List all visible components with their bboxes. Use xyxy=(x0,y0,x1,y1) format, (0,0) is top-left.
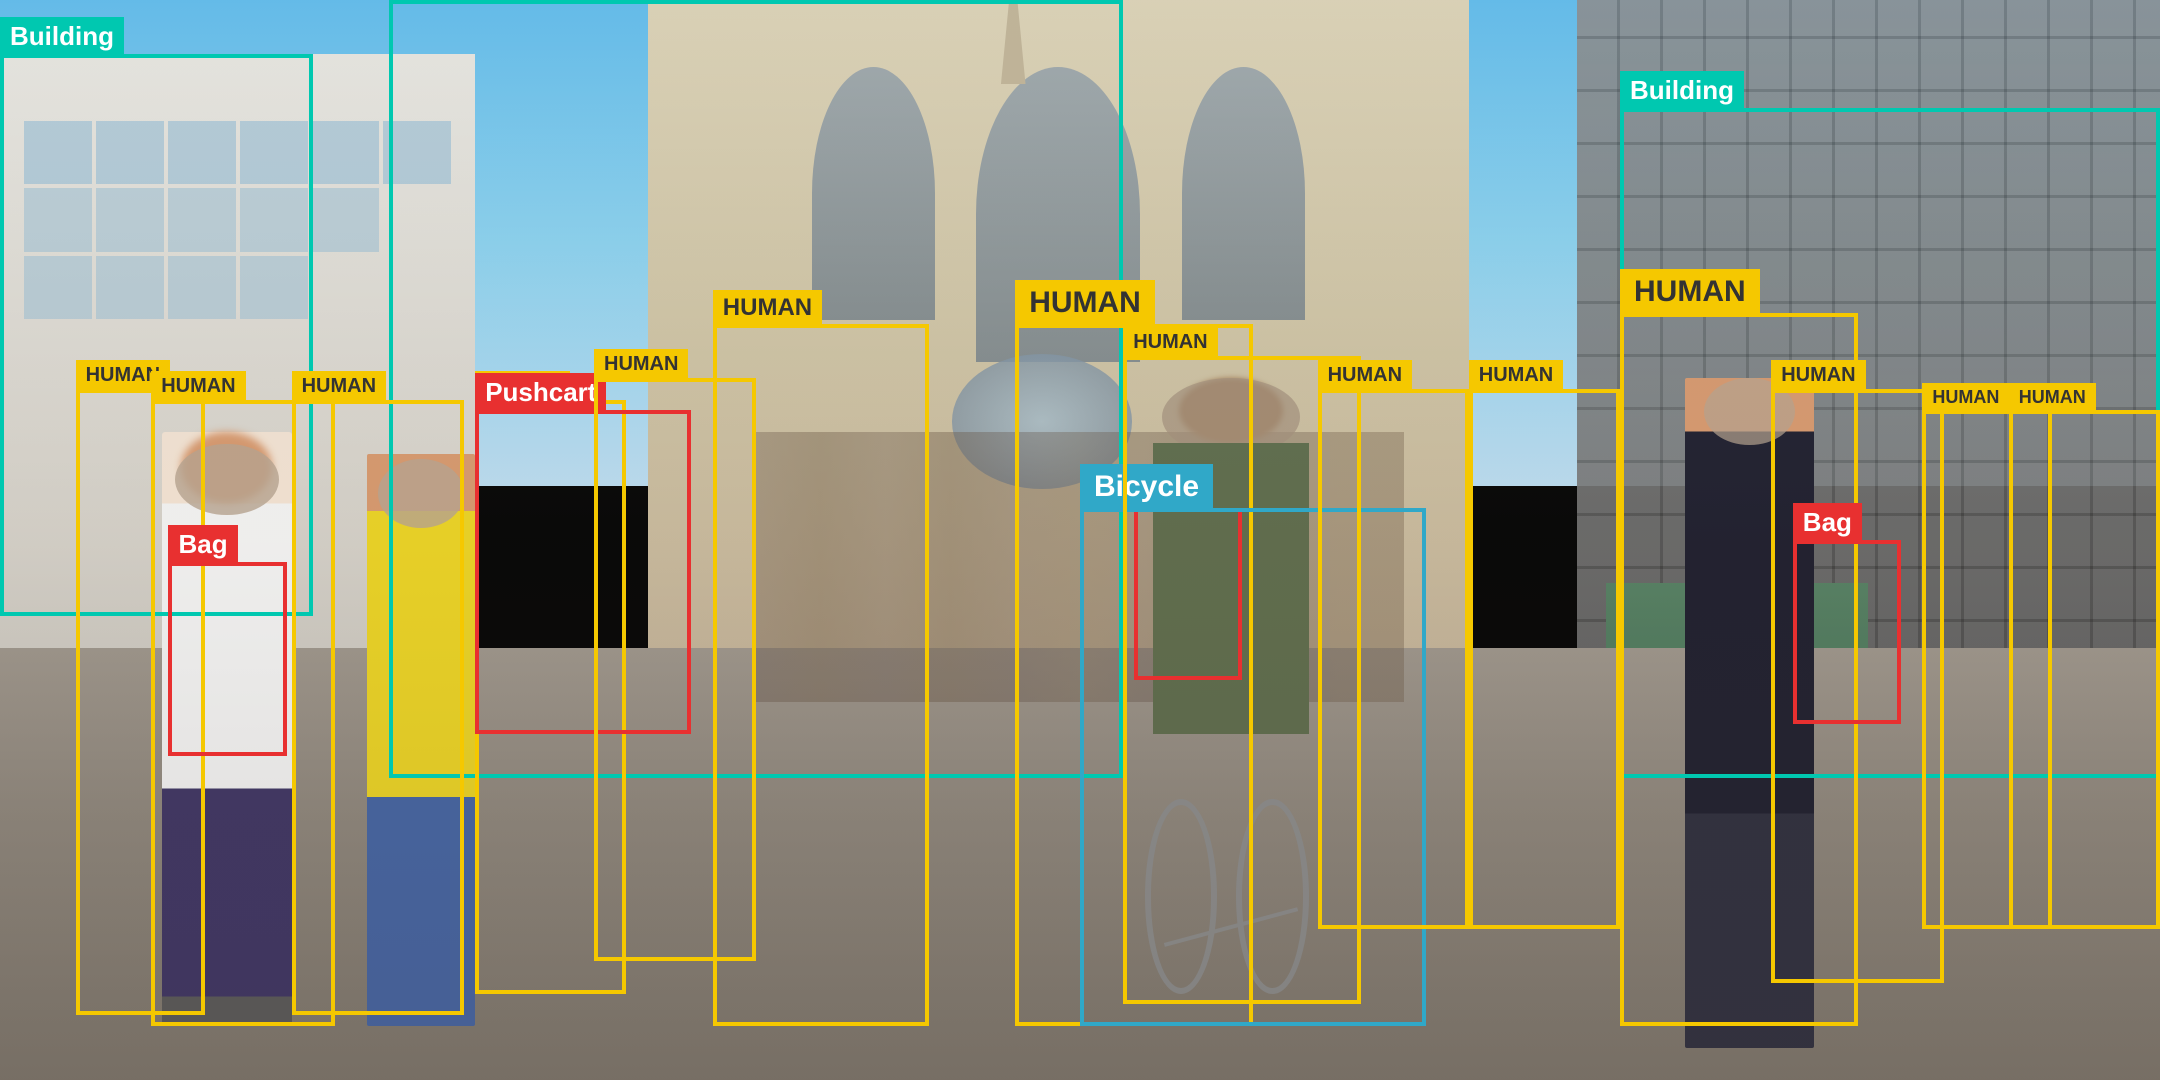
detection-bag-1: Bag xyxy=(168,562,287,756)
label-building-3: Building xyxy=(1620,71,1744,110)
label-bag-1: Bag xyxy=(168,525,237,564)
label-bag-3: Bag xyxy=(1793,503,1862,542)
detection-human-12: HUMAN xyxy=(2009,410,2160,928)
label-human-bike: HUMAN xyxy=(1123,327,1217,358)
label-human-11: HUMAN xyxy=(1922,383,2009,412)
detection-human-7: HUMAN xyxy=(1318,389,1469,929)
detection-human-3: HUMAN xyxy=(292,400,465,1016)
label-human-center: HUMAN xyxy=(713,290,822,326)
detection-scene: Building Building Building HUMAN HUMAN H… xyxy=(0,0,2160,1080)
detection-bag-3: Bag xyxy=(1793,540,1901,724)
label-human-5: HUMAN xyxy=(594,349,688,380)
label-human-3: HUMAN xyxy=(292,371,386,402)
label-human-2: HUMAN xyxy=(151,371,245,402)
label-human-7: HUMAN xyxy=(1318,360,1412,391)
label-building-2: Building xyxy=(389,0,513,2)
label-human-8: HUMAN xyxy=(1469,360,1563,391)
label-human-6: HUMAN xyxy=(1015,280,1155,326)
detection-human-8: HUMAN xyxy=(1469,389,1620,929)
detection-human-center: HUMAN xyxy=(713,324,929,1026)
label-building-1: Building xyxy=(0,17,124,56)
label-pushcart: Pushcart xyxy=(475,373,606,412)
label-human-12: HUMAN xyxy=(2009,383,2096,412)
label-human-9: HUMAN xyxy=(1620,269,1760,315)
label-human-10: HUMAN xyxy=(1771,360,1865,391)
